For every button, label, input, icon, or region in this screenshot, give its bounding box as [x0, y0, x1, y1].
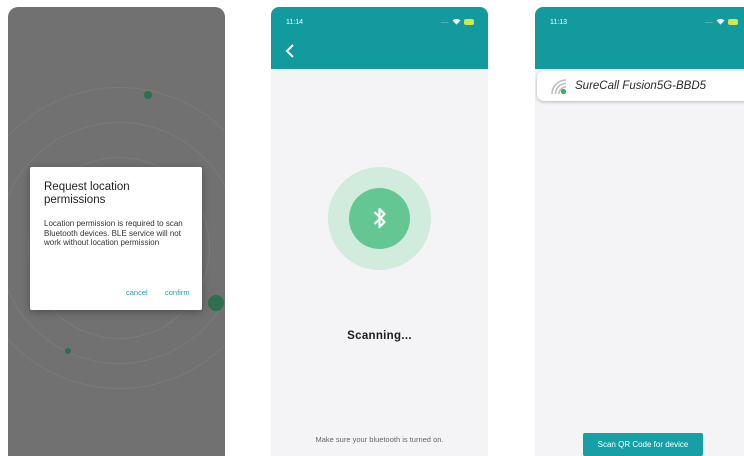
device-name: SureCall Fusion5G-BBD5: [575, 80, 707, 92]
back-arrow-icon[interactable]: [281, 41, 301, 61]
device-dot: [208, 295, 224, 311]
device-dot: [65, 348, 71, 354]
scanning-status: Scanning...: [347, 330, 412, 342]
bluetooth-button: [349, 188, 410, 249]
scan-qr-button[interactable]: Scan QR Code for device: [583, 433, 703, 456]
battery-icon: [727, 18, 738, 25]
device-list-item[interactable]: SureCall Fusion5G-BBD5: [537, 71, 744, 101]
status-time: 11:13: [550, 19, 567, 26]
dialog-message: Location permission is required to scan …: [44, 219, 183, 247]
cancel-button[interactable]: cancel: [126, 288, 148, 297]
battery-icon: [463, 18, 474, 25]
status-time: 11:14: [286, 19, 303, 26]
dialog-title: Request location permissions: [44, 181, 130, 206]
status-icons: ....: [705, 18, 738, 25]
permission-screen: Request location permissions Location pe…: [8, 7, 225, 456]
wifi-icon: [716, 18, 725, 25]
device-list-screen: 11:13 .... SureCall Fusion5G-BBD5 Scan Q…: [535, 7, 744, 456]
signal-dots: ....: [441, 18, 449, 25]
bluetooth-icon: [373, 207, 386, 229]
signal-dots: ....: [705, 18, 713, 25]
wifi-icon: [452, 18, 461, 25]
status-icons: ....: [441, 18, 474, 25]
app-bar: 11:14 ....: [271, 7, 488, 69]
app-bar: 11:13 ....: [535, 7, 744, 69]
confirm-button[interactable]: confirm: [165, 288, 190, 297]
scanning-screen: 11:14 .... Scanning... Make sure your bl…: [271, 7, 488, 456]
bluetooth-hint: Make sure your bluetooth is turned on.: [315, 435, 444, 444]
signal-strength-icon: [551, 79, 567, 95]
device-dot: [144, 91, 152, 99]
location-permission-dialog: Request location permissions Location pe…: [30, 167, 202, 310]
